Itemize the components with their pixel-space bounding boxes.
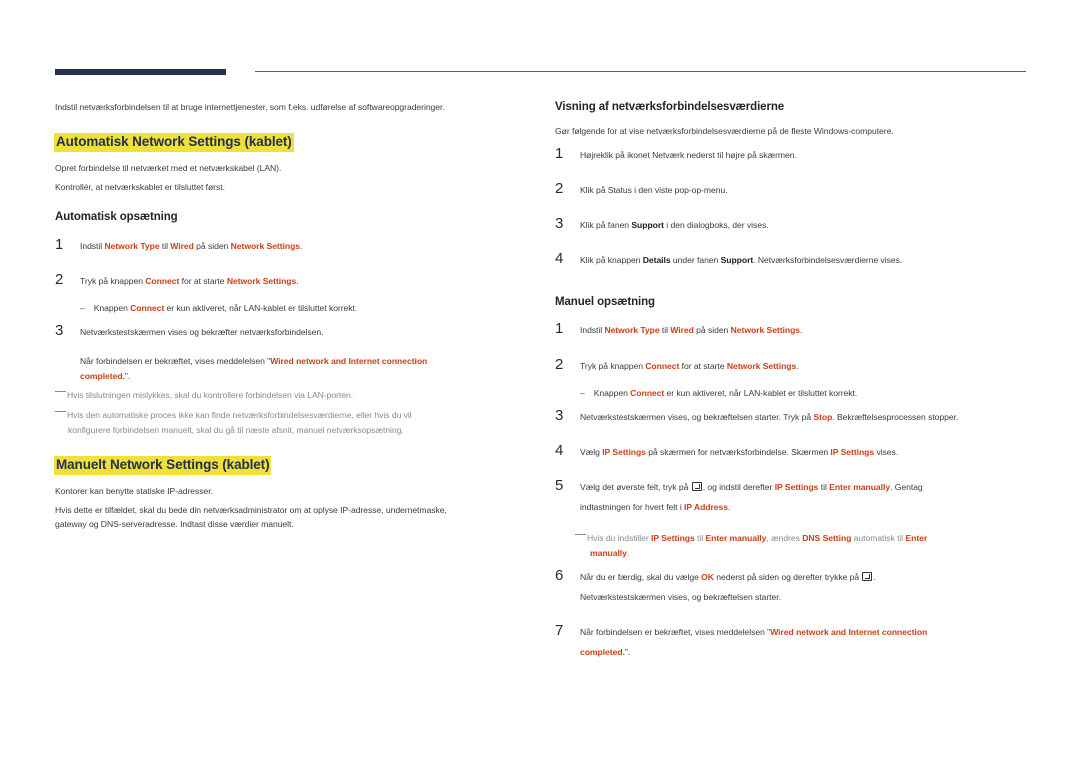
step-number: 2 [555, 180, 564, 197]
keyword-connect: Connect [130, 303, 165, 313]
keyword-network-settings: Network Settings [230, 241, 301, 251]
keyword-connect: Connect [630, 388, 665, 398]
step-number: 2 [555, 356, 564, 373]
auto-setup-subtitle: Automatisk opsætning [55, 211, 178, 223]
keyword-ip-address: IP Address [684, 502, 728, 512]
note-manual-setup-cont: konfigurere forbindelsen manuelt, skal d… [68, 425, 404, 435]
step-text-line-2: completed.". [580, 647, 631, 657]
step-number: 2 [55, 271, 64, 288]
step-text: Tryk på knappen Connect for at starte Ne… [580, 361, 799, 371]
step-text: Vælg det øverste felt, tryk på , og inds… [580, 482, 923, 492]
header-rule [255, 71, 1026, 72]
step-number: 3 [55, 322, 64, 339]
step-text-line-2: indtastningen for hvert felt i IP Addres… [580, 502, 731, 512]
step-text: Klik på Status i den viste pop-op-menu. [580, 185, 728, 195]
manual-para-1: Kontorer kan benytte statiske IP-adresse… [55, 486, 213, 496]
keyword-ok: OK [701, 572, 714, 582]
step-text: Vælg IP Settings på skærmen for netværks… [580, 447, 899, 457]
keyword-ip-settings: IP Settings [602, 447, 646, 457]
step-text: Når forbindelsen er bekræftet, vises med… [580, 627, 928, 637]
keyword-wired-network-message: Wired network and Internet connection [270, 356, 428, 366]
auto-section-title: Automatisk Network Settings (kablet) [54, 133, 294, 152]
view-values-intro: Gør følgende for at vise netværksforbind… [555, 126, 894, 136]
keyword-ip-settings: IP Settings [830, 447, 875, 457]
step-text: Indstil Network Type til Wired på siden … [580, 325, 803, 335]
keyword-wired-network-message: Wired network and Internet connection [770, 627, 928, 637]
keyword-support: Support [720, 255, 754, 265]
header-accent-bar [55, 69, 226, 75]
keyword-stop: Stop [813, 412, 833, 422]
manual-para-2-line-1: Hvis dette er tilfældet, skal du bede di… [55, 505, 447, 515]
intro-text: Indstil netværksforbindelsen til at brug… [55, 102, 445, 112]
manual-step-2-subnote: – Knappen Connect er kun aktiveret, når L… [580, 388, 858, 398]
step-text: Netværkstestskærmen vises, og bekræftels… [580, 412, 959, 422]
auto-para-1: Opret forbindelse til netværket med et n… [55, 163, 282, 173]
auto-step-3-confirmation: Når forbindelsen er bekræftet, vises med… [80, 356, 428, 381]
note-dns-setting: Hvis du indstiller IP Settings til Enter… [575, 533, 927, 543]
manual-setup-subtitle: Manuel opsætning [555, 296, 655, 308]
enter-key-icon [691, 482, 702, 491]
step-text: Tryk på knappen Connect for at starte Ne… [80, 276, 299, 286]
keyword-dns-setting: DNS Setting [802, 533, 852, 543]
keyword-network-settings: Network Settings [730, 325, 801, 335]
step-text: Netværkstestskærmen vises og bekræfter n… [80, 327, 324, 337]
manual-section-title: Manuelt Network Settings (kablet) [54, 456, 272, 475]
note-icon [55, 391, 66, 392]
note-icon [575, 534, 586, 535]
step-text: Højreklik på ikonet Netværk nederst til … [580, 150, 797, 160]
manual-para-2-line-2: gateway og DNS-serveradresse. Indtast di… [55, 519, 294, 529]
step-number: 1 [555, 320, 564, 337]
keyword-support: Support [631, 220, 664, 230]
keyword-network-settings: Network Settings [226, 276, 297, 286]
keyword-network-type: Network Type [104, 241, 160, 251]
note-dns-setting-cont: manually. [590, 548, 630, 558]
enter-key-icon [862, 572, 873, 581]
step-number: 1 [555, 145, 564, 162]
step-number: 3 [555, 407, 564, 424]
keyword-connect: Connect [145, 276, 180, 286]
auto-step-2-subnote: – Knappen Connect er kun aktiveret, når L… [80, 303, 358, 313]
step-text-line-2: Netværkstestskærmen vises, og bekræftels… [580, 592, 781, 602]
keyword-connect: Connect [645, 361, 680, 371]
note-lan-port: Hvis tilslutningen mislykkes, skal du ko… [55, 390, 353, 400]
step-text: Klik på knappen Details under fanen Supp… [580, 255, 903, 265]
step-number: 3 [555, 215, 564, 232]
step-number: 5 [555, 477, 564, 494]
keyword-network-type: Network Type [604, 325, 660, 335]
auto-para-2: Kontrollér, at netværkskablet er tilslut… [55, 182, 225, 192]
note-icon [55, 411, 66, 412]
keyword-enter-manually: Enter manually [829, 482, 891, 492]
step-text: Når du er færdig, skal du vælge OK neder… [580, 572, 876, 582]
keyword-wired: Wired [170, 241, 194, 251]
step-number: 7 [555, 622, 564, 639]
step-number: 4 [555, 442, 564, 459]
step-number: 1 [55, 236, 64, 253]
note-manual-setup: Hvis den automatiske proces ikke kan fin… [55, 410, 412, 420]
keyword-details: Details [642, 255, 671, 265]
step-number: 6 [555, 567, 564, 584]
keyword-ip-settings: IP Settings [774, 482, 819, 492]
step-text: Indstil Network Type til Wired på siden … [80, 241, 303, 251]
step-number: 4 [555, 250, 564, 267]
keyword-network-settings: Network Settings [726, 361, 797, 371]
step-text: Klik på fanen Support i den dialogboks, … [580, 220, 769, 230]
view-values-subtitle: Visning af netværksforbindelsesværdierne [555, 101, 785, 113]
keyword-wired: Wired [670, 325, 694, 335]
